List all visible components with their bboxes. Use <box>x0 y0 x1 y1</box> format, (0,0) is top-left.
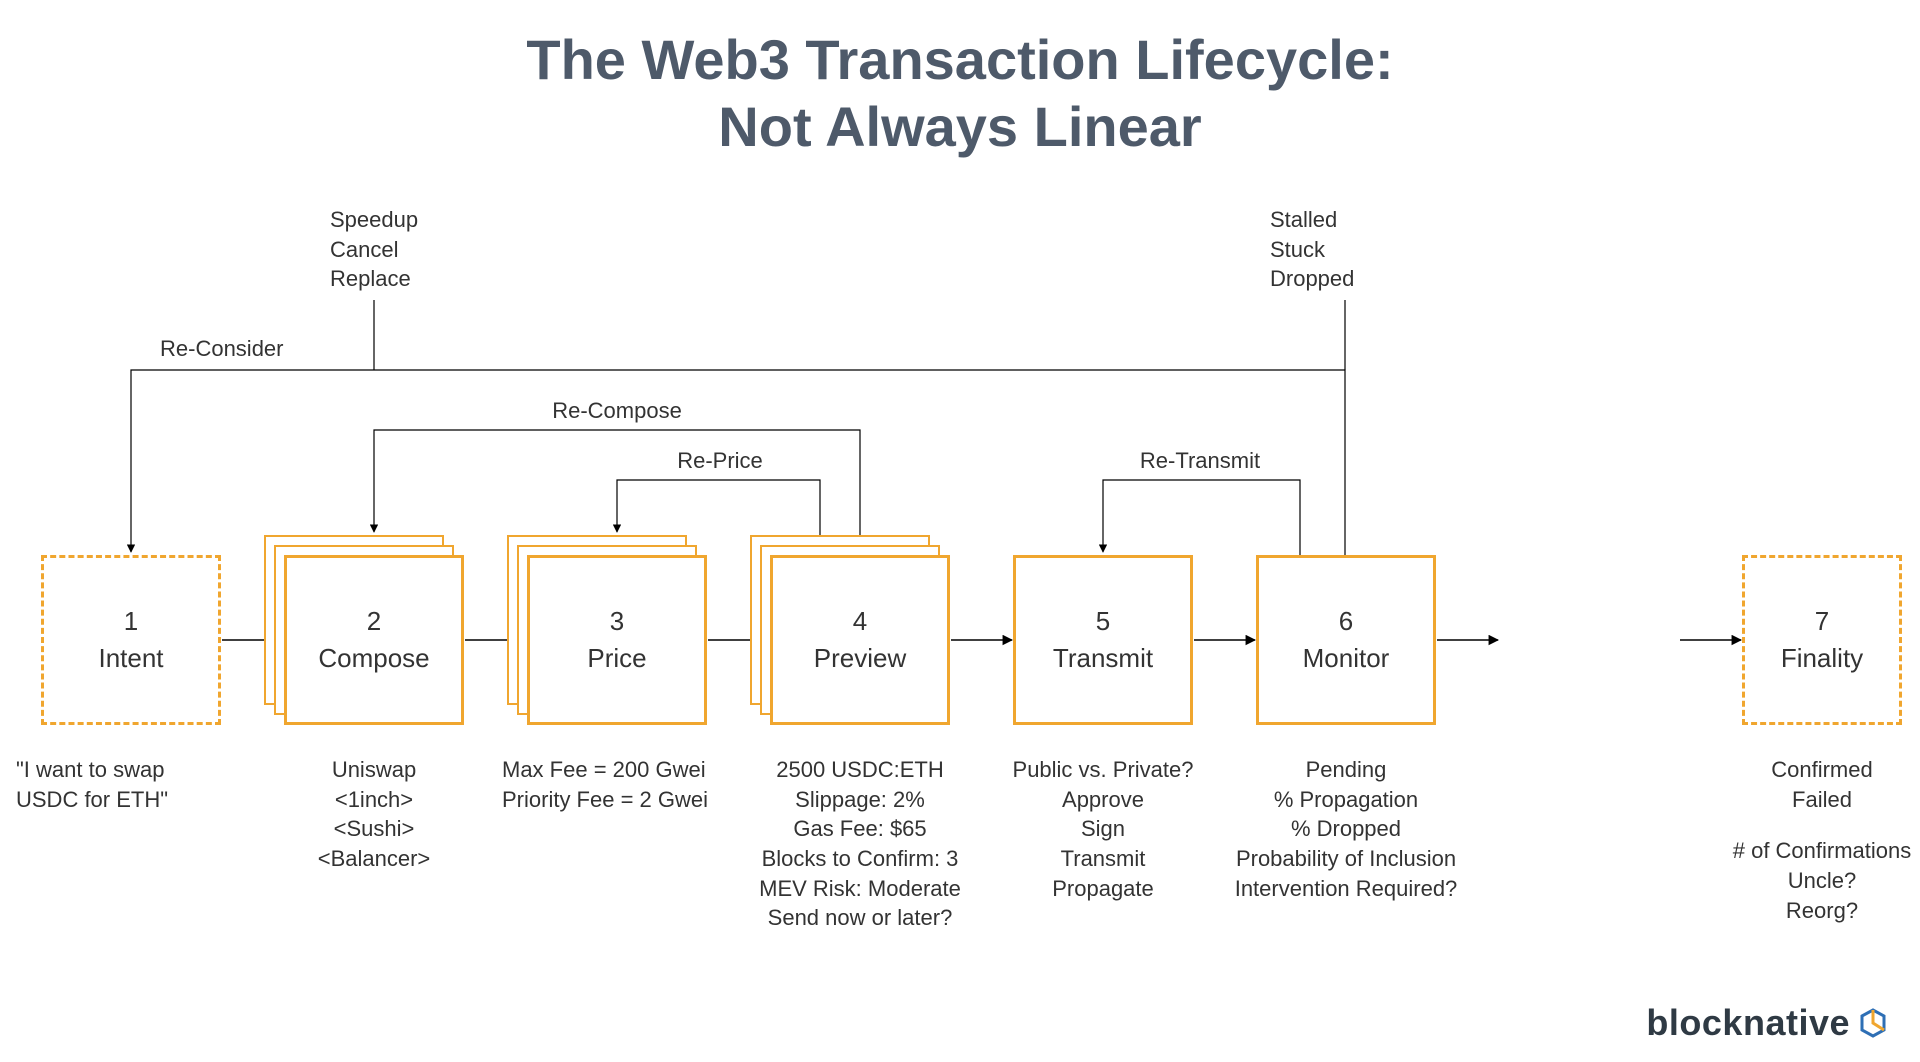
label-reprice: Re-Price <box>677 448 763 474</box>
label-recompose: Re-Compose <box>552 398 682 424</box>
label-reconsider: Re-Consider <box>160 336 284 362</box>
label-speedup-cancel-replace: Speedup Cancel Replace <box>330 205 418 294</box>
stage-number: 5 <box>1096 606 1110 637</box>
notes-preview: 2500 USDC:ETH Slippage: 2% Gas Fee: $65 … <box>745 755 975 933</box>
stage-finality: 7 Finality <box>1742 555 1902 725</box>
notes-compose: Uniswap <1inch> <Sushi> <Balancer> <box>259 755 489 874</box>
stage-number: 4 <box>853 606 867 637</box>
stage-name: Price <box>587 643 646 674</box>
title-line-2: Not Always Linear <box>0 93 1920 160</box>
stage-number: 1 <box>124 606 138 637</box>
notes-intent: "I want to swap USDC for ETH" <box>16 755 246 814</box>
stage-number: 7 <box>1815 606 1829 637</box>
label-retransmit: Re-Transmit <box>1140 448 1260 474</box>
notes-monitor: Pending % Propagation % Dropped Probabil… <box>1221 755 1471 903</box>
stage-number: 3 <box>610 606 624 637</box>
logo-text: blocknative <box>1646 1002 1850 1044</box>
stage-name: Compose <box>318 643 429 674</box>
stage-name: Monitor <box>1303 643 1390 674</box>
stage-name: Transmit <box>1053 643 1153 674</box>
stage-intent: 1 Intent <box>41 555 221 725</box>
stage-compose: 2 Compose <box>284 555 464 725</box>
stage-number: 2 <box>367 606 381 637</box>
stage-name: Preview <box>814 643 906 674</box>
label-stalled-stuck-dropped: Stalled Stuck Dropped <box>1270 205 1354 294</box>
stage-number: 6 <box>1339 606 1353 637</box>
stage-price: 3 Price <box>527 555 707 725</box>
stage-name: Intent <box>98 643 163 674</box>
blocknative-logo: blocknative <box>1646 1002 1890 1044</box>
stage-name: Finality <box>1781 643 1863 674</box>
stage-transmit: 5 Transmit <box>1013 555 1193 725</box>
stage-preview: 4 Preview <box>770 555 950 725</box>
title-line-1: The Web3 Transaction Lifecycle: <box>526 28 1393 91</box>
stage-monitor: 6 Monitor <box>1256 555 1436 725</box>
notes-price: Max Fee = 200 Gwei Priority Fee = 2 Gwei <box>502 755 732 814</box>
notes-finality: Confirmed Failed # of Confirmations Uncl… <box>1707 755 1920 925</box>
blocknative-mark-icon <box>1856 1006 1890 1040</box>
notes-transmit: Public vs. Private? Approve Sign Transmi… <box>988 755 1218 903</box>
page-title: The Web3 Transaction Lifecycle: Not Alwa… <box>0 26 1920 160</box>
